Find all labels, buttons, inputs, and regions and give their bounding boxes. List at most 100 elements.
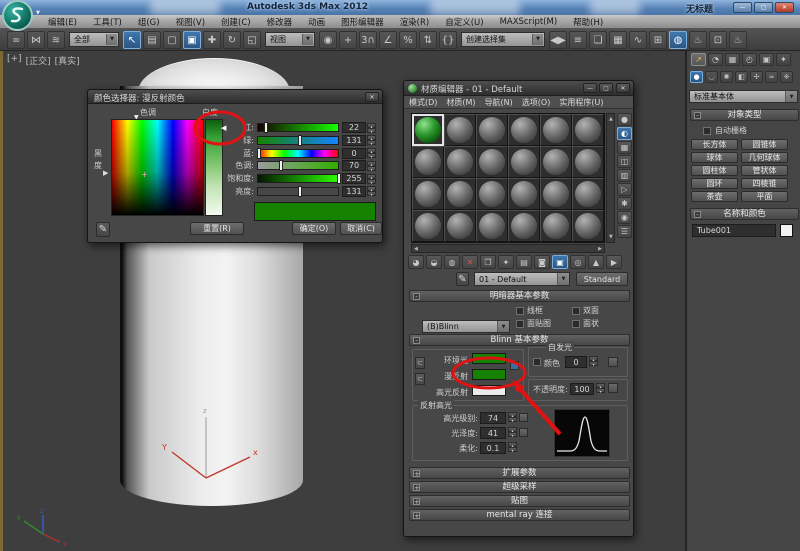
cancel-button[interactable]: 取消(C) (340, 222, 382, 235)
shader-basic-params-rollout-header[interactable]: -明暗器基本参数 (409, 290, 630, 302)
reference-coordinate-dropdown[interactable]: 视图 (265, 32, 315, 47)
select-object-icon[interactable]: ↖ (123, 31, 141, 49)
menu-item[interactable]: MAXScript(M) (492, 17, 566, 27)
slider-marker[interactable] (258, 149, 260, 158)
glossiness-map-button[interactable] (519, 428, 528, 437)
background-icon[interactable]: ▦ (617, 141, 632, 154)
checkbox[interactable] (572, 320, 580, 328)
ok-button[interactable]: 确定(O) (292, 222, 336, 235)
slider-spinner[interactable]: ▴▾ (367, 148, 376, 158)
material-editor-minimize-button[interactable]: — (583, 83, 597, 93)
sample-slot[interactable] (572, 146, 604, 178)
sample-type-icon[interactable]: ● (617, 113, 632, 126)
slider-value-field[interactable]: 22 (342, 122, 366, 133)
shader-checkbox-item[interactable]: 线框 (516, 304, 572, 317)
sample-slot[interactable] (540, 114, 572, 146)
subtab-cameras-icon[interactable]: ◧ (735, 71, 748, 83)
specular-level-spinner[interactable]: ▴▾ (508, 412, 517, 422)
primitive-button[interactable]: 圆锥体 (741, 139, 788, 150)
slider-value-field[interactable]: 0 (342, 148, 366, 159)
color-eyedropper-icon[interactable]: ✎ (96, 222, 110, 237)
primitive-button[interactable]: 管状体 (741, 165, 788, 176)
show-shaded-material-in-viewport-icon[interactable]: ▣ (552, 255, 568, 269)
menu-item[interactable]: 图形编辑器 (333, 16, 392, 28)
sample-slot[interactable] (540, 178, 572, 210)
checkbox[interactable] (516, 307, 524, 315)
self-illum-spinner[interactable]: ▴▾ (589, 356, 598, 366)
primitive-button[interactable]: 圆环 (691, 178, 738, 189)
sample-slot[interactable] (476, 178, 508, 210)
shader-checkbox-item[interactable]: 面贴图 (516, 317, 572, 330)
slider-value-field[interactable]: 70 (342, 160, 366, 171)
maximize-button[interactable]: ▢ (754, 2, 773, 13)
named-selection-sets-dropdown[interactable]: 创建选择集 (461, 32, 545, 47)
viewport-label-segment[interactable]: [正交] (26, 54, 51, 67)
material-name-dropdown[interactable]: 01 - Default (474, 272, 570, 286)
checkbox[interactable] (516, 320, 524, 328)
sample-slot[interactable] (412, 114, 444, 146)
primitive-button[interactable]: 平面 (741, 191, 788, 202)
self-illum-map-button[interactable] (608, 357, 618, 367)
menu-item[interactable]: 动画 (300, 16, 333, 28)
snaps-toggle-icon[interactable]: 3∩ (359, 31, 377, 49)
subtab-helpers-icon[interactable]: ✢ (750, 71, 763, 83)
blinn-basic-params-rollout-header[interactable]: -Blinn 基本参数 (409, 334, 630, 346)
slider-bar[interactable] (257, 123, 339, 132)
sample-uv-tiling-icon[interactable]: ◫ (617, 155, 632, 168)
object-color-swatch[interactable] (780, 224, 793, 237)
bind-to-space-warp-icon[interactable]: ≋ (47, 31, 65, 49)
percent-snap-icon[interactable]: % (399, 31, 417, 49)
slider-spinner[interactable]: ▴▾ (367, 135, 376, 145)
slider-bar[interactable] (257, 174, 339, 183)
soften-field[interactable]: 0.1 (480, 442, 506, 454)
make-preview-icon[interactable]: ▷ (617, 183, 632, 196)
sample-slot[interactable] (508, 146, 540, 178)
selection-region-icon[interactable]: ▢ (163, 31, 181, 49)
material-editor-close-button[interactable]: ✕ (616, 83, 630, 93)
collapsed-rollout-header[interactable]: +贴图 (409, 495, 630, 507)
material-map-navigator-icon[interactable]: ☰ (617, 225, 632, 238)
render-setup-icon[interactable]: ♨ (689, 31, 707, 49)
select-and-move-icon[interactable]: ✚ (203, 31, 221, 49)
object-type-rollout-header[interactable]: -对象类型 (690, 109, 799, 121)
sample-slot[interactable] (508, 178, 540, 210)
autogrid-checkbox[interactable] (703, 127, 711, 135)
material-editor-icon[interactable]: ◍ (669, 31, 687, 49)
video-color-check-icon[interactable]: ▥ (617, 169, 632, 182)
sample-slot[interactable] (540, 146, 572, 178)
diffuse-map-button[interactable] (510, 361, 519, 370)
soften-spinner[interactable]: ▴▾ (508, 442, 517, 452)
material-editor-menu-item[interactable]: 选项(O) (522, 97, 551, 108)
material-editor-maximize-button[interactable]: ▢ (599, 83, 613, 93)
collapsed-rollout-header[interactable]: +超级采样 (409, 481, 630, 493)
tab-create-icon[interactable]: ↗ (691, 53, 706, 66)
opacity-spinner[interactable]: ▴▾ (596, 383, 605, 393)
opacity-value-field[interactable]: 100 (570, 383, 594, 395)
menu-item[interactable]: 编辑(E) (40, 16, 85, 28)
slider-bar[interactable] (257, 136, 339, 145)
sample-slot[interactable] (508, 210, 540, 242)
tab-motion-icon[interactable]: ◴ (742, 53, 757, 66)
menu-item[interactable]: 组(G) (130, 16, 168, 28)
application-menu-button[interactable] (2, 0, 33, 31)
go-forward-to-sibling-icon[interactable]: ▶ (606, 255, 622, 269)
select-by-material-icon[interactable]: ◉ (617, 211, 632, 224)
slider-marker[interactable] (265, 123, 267, 132)
ambient-diffuse-lock-button[interactable]: ⊂ (415, 357, 425, 369)
sample-slot[interactable] (572, 210, 604, 242)
curve-editor-icon[interactable]: ∿ (629, 31, 647, 49)
sample-slot[interactable] (444, 146, 476, 178)
slider-bar[interactable] (257, 161, 339, 170)
assign-material-to-selection-icon[interactable]: ◍ (444, 255, 460, 269)
select-and-manipulate-icon[interactable]: + (339, 31, 357, 49)
menu-item[interactable]: 工具(T) (85, 16, 130, 28)
sample-slot[interactable] (540, 210, 572, 242)
slider-bar[interactable] (257, 187, 339, 196)
primitive-category-dropdown[interactable]: 标准基本体 (689, 90, 798, 103)
select-and-rotate-icon[interactable]: ↻ (223, 31, 241, 49)
select-by-name-icon[interactable]: ▤ (143, 31, 161, 49)
glossiness-spinner[interactable]: ▴▾ (508, 427, 517, 437)
sample-slot[interactable] (476, 210, 508, 242)
slider-marker[interactable] (299, 187, 301, 196)
sample-slot[interactable] (476, 114, 508, 146)
